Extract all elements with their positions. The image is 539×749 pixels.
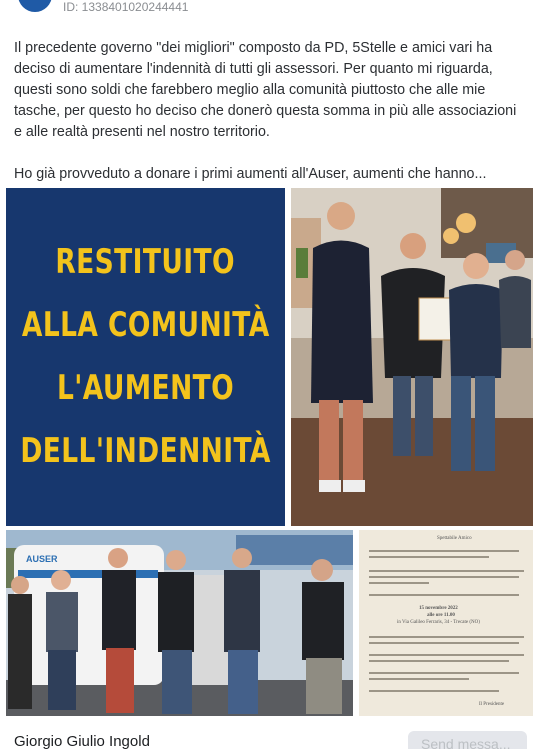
gallery-tile-photo-group[interactable] — [291, 188, 533, 526]
van-label: AUSER — [26, 554, 58, 564]
gallery-tile-photo-van[interactable]: AUSER — [6, 530, 353, 716]
letter-text-line — [369, 660, 509, 662]
post-paragraph-1: Il precedente governo "dei migliori" com… — [14, 40, 517, 140]
letter-text-line — [369, 636, 524, 638]
letter-text-line — [369, 582, 429, 584]
letter-time: alle ore 11.00 — [427, 613, 455, 618]
post-paragraph-2[interactable]: Ho già provveduto a donare i primi aumen… — [14, 164, 526, 185]
letter-place: in Via Galileo Ferraris, 34 - Trecate (N… — [397, 620, 480, 625]
van-photo-image: AUSER — [6, 530, 353, 716]
letter-signature: Il Presidente — [479, 702, 505, 707]
gallery-tile-graphic[interactable]: RESTITUITO ALLA COMUNITÀ L'AUMENTO DELL'… — [6, 188, 285, 526]
commenter-name[interactable]: Giorgio Giulio Ingold — [14, 733, 150, 749]
letter-text-line — [369, 642, 519, 644]
send-message-button[interactable]: Send messa... — [408, 731, 527, 749]
letter-date: 15 novembre 2022 — [419, 606, 458, 611]
graphic-line-3: L'AUMENTO — [56, 368, 235, 408]
group-photo-image — [291, 188, 533, 526]
letter-text-line — [369, 594, 519, 596]
letter-text-line — [369, 654, 524, 656]
post-text: Il precedente governo "dei migliori" com… — [14, 38, 526, 185]
letter-text-line — [369, 690, 499, 692]
post-id-label: ID: 1338401020244441 — [63, 0, 189, 14]
comment-footer: Giorgio Giulio Ingold Send messa... — [0, 726, 539, 749]
post-header: ID: 1338401020244441 — [0, 0, 539, 20]
graphic-line-2: ALLA COMUNITÀ — [21, 305, 270, 345]
letter-text-line — [369, 576, 519, 578]
gallery-tile-letter[interactable]: Spettabile Amico 15 novembre 2022 alle o… — [359, 530, 533, 716]
letter-text-line — [369, 672, 519, 674]
photo-gallery: RESTITUITO ALLA COMUNITÀ L'AUMENTO DELL'… — [0, 188, 539, 718]
letter-text-line — [369, 556, 489, 558]
letter-text-line — [369, 570, 524, 572]
letter-text-line — [369, 678, 469, 680]
graphic-line-4: DELL'INDENNITÀ — [20, 431, 271, 471]
page-avatar[interactable] — [18, 0, 52, 12]
graphic-line-1: RESTITUITO — [55, 242, 236, 282]
letter-heading: Spettabile Amico — [437, 536, 472, 541]
letter-text-line — [369, 550, 519, 552]
